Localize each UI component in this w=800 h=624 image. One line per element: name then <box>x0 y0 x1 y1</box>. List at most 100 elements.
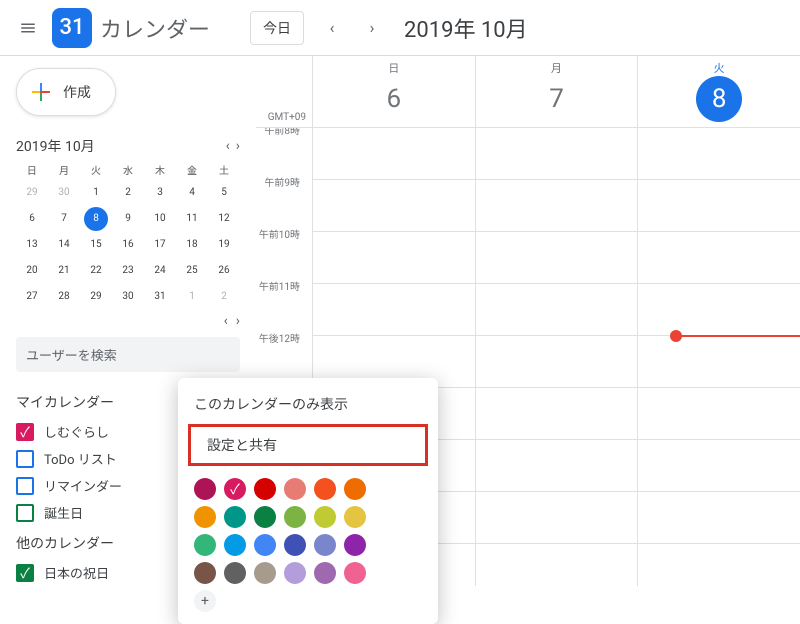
mini-day[interactable]: 31 <box>144 285 176 309</box>
add-color-button[interactable]: + <box>194 590 216 612</box>
time-slot[interactable] <box>476 336 638 388</box>
mini-day[interactable]: 1 <box>80 181 112 205</box>
time-slot[interactable] <box>638 232 800 284</box>
time-slot[interactable] <box>476 128 638 180</box>
color-swatch[interactable]: ✓ <box>224 478 246 500</box>
mini-day[interactable]: 28 <box>48 285 80 309</box>
mini-day[interactable]: 25 <box>176 259 208 283</box>
color-swatch[interactable] <box>344 562 366 584</box>
mini-day[interactable]: 14 <box>48 233 80 257</box>
time-slot[interactable] <box>313 232 475 284</box>
color-swatch[interactable] <box>344 506 366 528</box>
color-swatch[interactable] <box>284 478 306 500</box>
mini-day[interactable]: 20 <box>16 259 48 283</box>
time-slot[interactable] <box>476 440 638 492</box>
mini-day[interactable]: 18 <box>176 233 208 257</box>
calendar-checkbox[interactable] <box>16 504 34 522</box>
mini-day[interactable]: 4 <box>176 181 208 205</box>
color-swatch[interactable] <box>224 562 246 584</box>
show-only-this-calendar[interactable]: このカレンダーのみ表示 <box>178 386 438 422</box>
color-swatch[interactable] <box>194 506 216 528</box>
color-swatch[interactable] <box>254 534 276 556</box>
color-swatch[interactable] <box>314 562 336 584</box>
color-swatch[interactable] <box>344 534 366 556</box>
mini-day[interactable]: 29 <box>16 181 48 205</box>
mini-day[interactable]: 17 <box>144 233 176 257</box>
color-swatch[interactable] <box>224 506 246 528</box>
mini-day[interactable]: 15 <box>80 233 112 257</box>
mini-prev-button[interactable]: ‹ <box>226 138 230 154</box>
mini-day[interactable]: 12 <box>208 207 240 231</box>
time-slot[interactable] <box>638 284 800 336</box>
create-button[interactable]: 作成 <box>16 68 116 116</box>
mini-day[interactable]: 11 <box>176 207 208 231</box>
mini-day[interactable]: 30 <box>112 285 144 309</box>
time-slot[interactable] <box>638 336 800 388</box>
mini-day[interactable]: 30 <box>48 181 80 205</box>
mini-day[interactable]: 23 <box>112 259 144 283</box>
mini-day[interactable]: 5 <box>208 181 240 205</box>
mini-day[interactable]: 26 <box>208 259 240 283</box>
day-column[interactable] <box>637 128 800 586</box>
mini-next-alt[interactable]: › <box>236 313 240 329</box>
day-number[interactable]: 7 <box>534 76 580 122</box>
calendar-checkbox[interactable] <box>16 477 34 495</box>
color-swatch[interactable] <box>254 562 276 584</box>
mini-day[interactable]: 27 <box>16 285 48 309</box>
mini-day[interactable]: 16 <box>112 233 144 257</box>
mini-prev-alt[interactable]: ‹ <box>224 313 228 329</box>
color-swatch[interactable] <box>314 506 336 528</box>
color-swatch[interactable] <box>194 562 216 584</box>
color-swatch[interactable] <box>194 478 216 500</box>
day-column-header[interactable]: 日6 <box>312 56 475 127</box>
time-slot[interactable] <box>313 180 475 232</box>
day-column-header[interactable]: 月7 <box>475 56 638 127</box>
time-slot[interactable] <box>476 492 638 544</box>
mini-day[interactable]: 19 <box>208 233 240 257</box>
mini-day[interactable]: 8 <box>84 207 108 231</box>
time-slot[interactable] <box>476 388 638 440</box>
calendar-checkbox[interactable] <box>16 564 34 582</box>
color-swatch[interactable] <box>224 534 246 556</box>
time-slot[interactable] <box>638 128 800 180</box>
search-input[interactable]: ユーザーを検索 <box>16 337 240 372</box>
color-swatch[interactable] <box>344 478 366 500</box>
mini-day[interactable]: 2 <box>112 181 144 205</box>
day-column[interactable] <box>475 128 638 586</box>
time-slot[interactable] <box>476 284 638 336</box>
color-swatch[interactable] <box>254 506 276 528</box>
hamburger-icon[interactable] <box>8 8 48 48</box>
color-swatch[interactable] <box>254 478 276 500</box>
color-swatch[interactable] <box>314 478 336 500</box>
mini-day[interactable]: 10 <box>144 207 176 231</box>
settings-and-sharing[interactable]: 設定と共有 <box>191 427 425 463</box>
mini-day[interactable]: 13 <box>16 233 48 257</box>
time-slot[interactable] <box>638 440 800 492</box>
calendar-checkbox[interactable] <box>16 423 34 441</box>
time-slot[interactable] <box>313 128 475 180</box>
mini-day[interactable]: 1 <box>176 285 208 309</box>
time-slot[interactable] <box>476 232 638 284</box>
mini-day[interactable]: 29 <box>80 285 112 309</box>
mini-day[interactable]: 9 <box>112 207 144 231</box>
color-swatch[interactable] <box>194 534 216 556</box>
time-slot[interactable] <box>638 492 800 544</box>
color-swatch[interactable] <box>284 562 306 584</box>
time-slot[interactable] <box>638 388 800 440</box>
mini-day[interactable]: 7 <box>48 207 80 231</box>
day-column-header[interactable]: 火8 <box>637 56 800 127</box>
time-slot[interactable] <box>638 544 800 586</box>
prev-period-button[interactable]: ‹ <box>312 8 352 48</box>
calendar-checkbox[interactable] <box>16 450 34 468</box>
mini-day[interactable]: 6 <box>16 207 48 231</box>
mini-day[interactable]: 2 <box>208 285 240 309</box>
mini-next-button[interactable]: › <box>236 138 240 154</box>
mini-day[interactable]: 21 <box>48 259 80 283</box>
next-period-button[interactable]: › <box>352 8 392 48</box>
time-slot[interactable] <box>313 284 475 336</box>
time-slot[interactable] <box>638 180 800 232</box>
color-swatch[interactable] <box>314 534 336 556</box>
color-swatch[interactable] <box>284 506 306 528</box>
day-number[interactable]: 6 <box>371 76 417 122</box>
mini-day[interactable]: 22 <box>80 259 112 283</box>
